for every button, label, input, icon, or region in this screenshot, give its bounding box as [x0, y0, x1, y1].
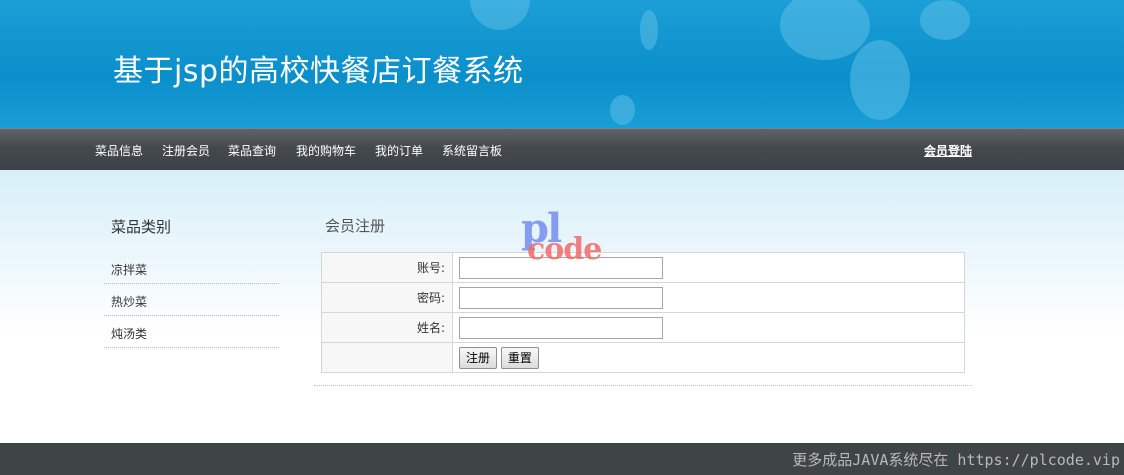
actions-cell: 注册 重置 [452, 342, 965, 373]
form-row-actions: 注册 重置 [321, 342, 965, 373]
category-item[interactable]: 凉拌菜 [104, 253, 279, 284]
password-cell [452, 282, 965, 313]
register-form: 账号: 密码: 姓名: 注册 重置 [321, 252, 965, 373]
name-label: 姓名: [321, 312, 453, 343]
nav-item-dish-search[interactable]: 菜品查询 [228, 142, 276, 159]
header-decoration [470, 0, 530, 30]
name-cell [452, 312, 965, 343]
header-decoration [850, 40, 910, 120]
watermark-code: code [527, 232, 602, 267]
category-item[interactable]: 炖汤类 [104, 317, 279, 348]
actions-label-cell [321, 342, 453, 373]
header-decoration [780, 0, 870, 60]
category-label[interactable]: 热炒菜 [111, 293, 147, 310]
account-label: 账号: [321, 252, 453, 283]
sidebar-title: 菜品类别 [111, 218, 172, 236]
site-footer: 更多成品JAVA系统尽在 https://plcode.vip [0, 443, 1124, 475]
form-row-name: 姓名: [321, 312, 965, 343]
form-row-account: 账号: [321, 252, 965, 283]
reset-button[interactable]: 重置 [500, 346, 539, 369]
site-title: 基于jsp的高校快餐店订餐系统 [113, 54, 524, 89]
register-button[interactable]: 注册 [459, 346, 498, 369]
nav-item-message-board[interactable]: 系统留言板 [442, 142, 502, 159]
name-input[interactable] [459, 316, 663, 339]
nav-item-orders[interactable]: 我的订单 [375, 142, 423, 159]
category-label[interactable]: 炖汤类 [111, 325, 147, 342]
nav-item-register[interactable]: 注册会员 [162, 142, 210, 159]
main-content: 菜品类别 凉拌菜 热炒菜 炖汤类 会员注册 账号: 密码: 姓名: 注册 重置 … [0, 170, 1124, 443]
main-nav: 菜品信息 注册会员 菜品查询 我的购物车 我的订单 系统留言板 会员登陆 [0, 128, 1124, 170]
register-title: 会员注册 [325, 217, 386, 235]
nav-item-cart[interactable]: 我的购物车 [296, 142, 356, 159]
site-header: 基于jsp的高校快餐店订餐系统 [0, 0, 1124, 128]
category-item[interactable]: 热炒菜 [104, 285, 279, 316]
header-decoration [610, 95, 635, 125]
nav-item-dish-info[interactable]: 菜品信息 [95, 142, 143, 159]
form-row-password: 密码: [321, 282, 965, 313]
footer-text: 更多成品JAVA系统尽在 https://plcode.vip [792, 451, 1120, 469]
header-decoration [920, 0, 970, 40]
header-decoration [640, 10, 658, 50]
member-login-link[interactable]: 会员登陆 [924, 142, 972, 159]
password-label: 密码: [321, 282, 453, 313]
form-divider [314, 385, 972, 386]
password-input[interactable] [459, 286, 663, 309]
category-label[interactable]: 凉拌菜 [111, 261, 147, 278]
